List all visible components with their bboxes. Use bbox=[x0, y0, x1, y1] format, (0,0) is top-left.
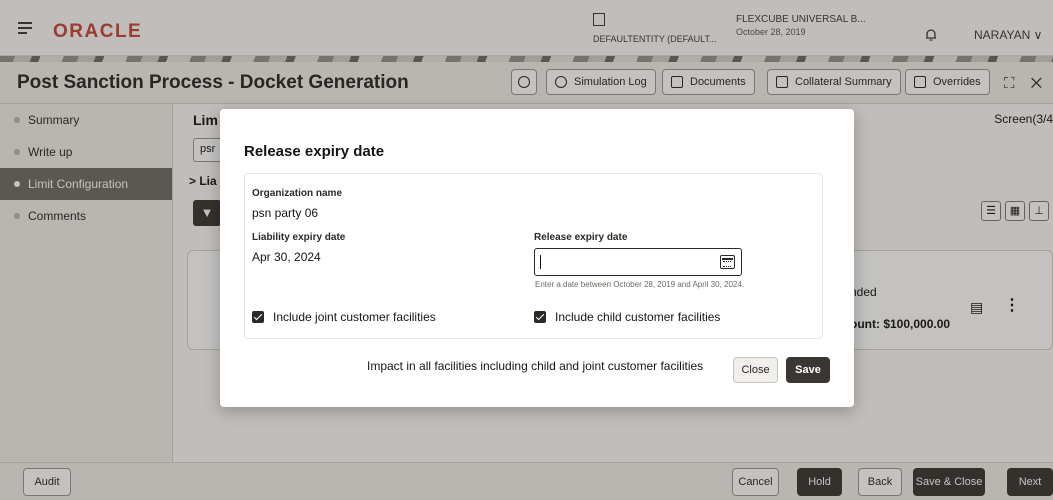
child-customer-label: Include child customer facilities bbox=[555, 310, 721, 324]
organization-name-value: psn party 06 bbox=[252, 206, 319, 220]
impact-note: Impact in all facilities including child… bbox=[367, 359, 704, 373]
organization-name-label: Organization name bbox=[252, 188, 343, 199]
release-expiry-input[interactable] bbox=[535, 249, 705, 275]
release-expiry-dialog: Release expiry date Organization name ps… bbox=[220, 109, 854, 407]
date-range-hint: Enter a date between October 28, 2019 an… bbox=[535, 280, 745, 289]
dialog-panel: Organization name psn party 06 Liability… bbox=[244, 173, 823, 339]
dialog-title: Release expiry date bbox=[244, 143, 385, 160]
joint-customer-checkbox[interactable]: Include joint customer facilities bbox=[252, 310, 436, 324]
liability-expiry-value: Apr 30, 2024 bbox=[252, 250, 321, 264]
text-caret bbox=[540, 255, 541, 269]
checkbox-checked-icon bbox=[534, 311, 546, 323]
close-button[interactable]: Close bbox=[733, 357, 778, 383]
save-button[interactable]: Save bbox=[786, 357, 830, 383]
calendar-icon[interactable] bbox=[720, 255, 735, 269]
liability-expiry-label: Liability expiry date bbox=[252, 232, 346, 243]
joint-customer-label: Include joint customer facilities bbox=[273, 310, 436, 324]
child-customer-checkbox[interactable]: Include child customer facilities bbox=[534, 310, 720, 324]
release-expiry-label: Release expiry date bbox=[534, 232, 628, 243]
release-expiry-date-field[interactable] bbox=[534, 248, 742, 276]
checkbox-checked-icon bbox=[252, 311, 264, 323]
